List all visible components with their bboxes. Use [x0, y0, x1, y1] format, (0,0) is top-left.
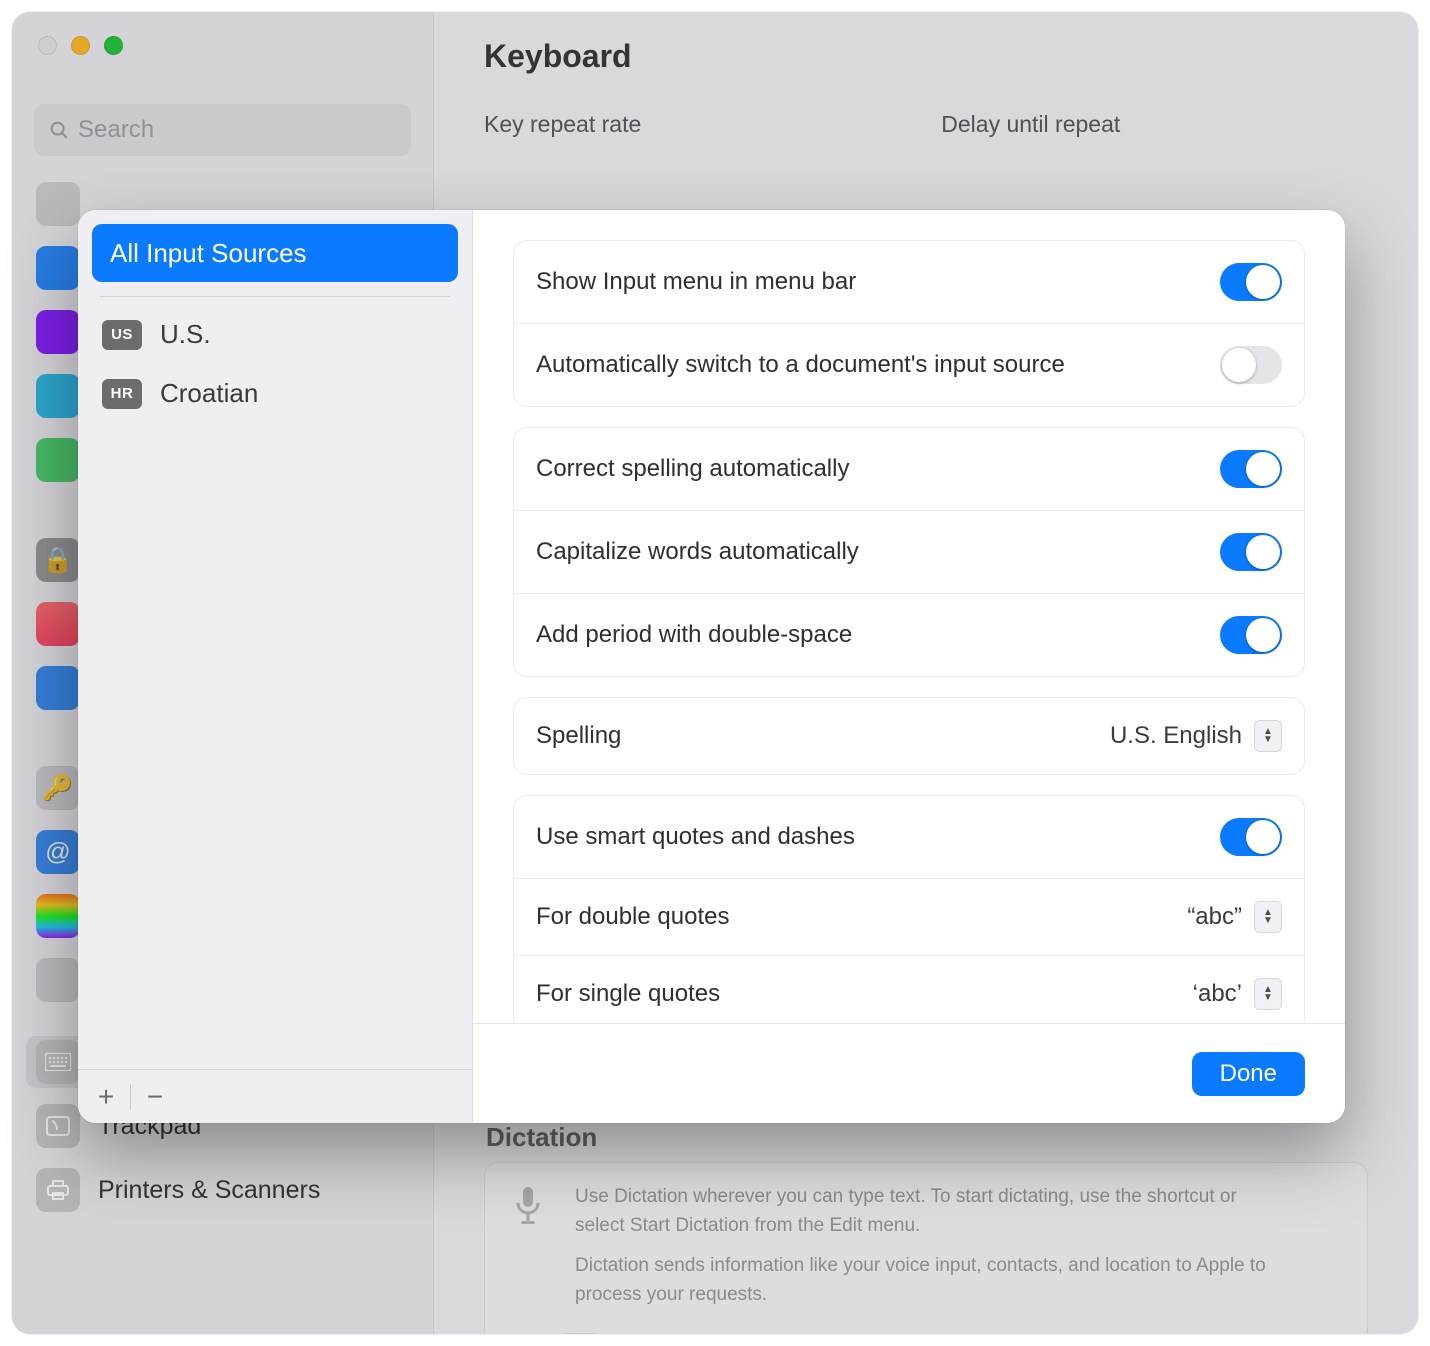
input-source-item[interactable]: HR Croatian	[92, 364, 458, 423]
microphone-icon	[513, 1185, 543, 1235]
settings-row: Spelling U.S. English ▲▼	[514, 698, 1304, 774]
stage: Search 🔒 🔑 @	[0, 0, 1430, 1346]
select-value: “abc”	[1187, 903, 1242, 931]
key-icon: 🔑	[36, 766, 80, 810]
wallet-icon	[36, 958, 80, 1002]
printer-icon	[36, 1168, 80, 1212]
search-placeholder: Search	[78, 116, 154, 144]
toggle[interactable]	[1220, 346, 1282, 384]
options-list: Show Input menu in menu bar Automatically…	[473, 210, 1345, 1023]
search-field[interactable]: Search	[34, 104, 411, 156]
settings-group: Show Input menu in menu bar Automatically…	[513, 240, 1305, 407]
input-sources-sheet: All Input Sources US U.S. HR Croatian + − S…	[78, 210, 1345, 1123]
settings-row: For single quotes ‘abc’ ▲▼	[514, 955, 1304, 1023]
search-icon	[48, 119, 70, 141]
settings-row-label: For double quotes	[536, 903, 729, 931]
lock-icon: 🔒	[36, 538, 80, 582]
dictation-box: Use Dictation wherever you can type text…	[484, 1162, 1368, 1334]
input-source-list: US U.S. HR Croatian	[92, 305, 458, 423]
settings-row-label: For single quotes	[536, 980, 720, 1008]
at-icon: @	[36, 830, 80, 874]
settings-row-label: Automatically switch to a document's inp…	[536, 351, 1065, 379]
dictation-line1: Use Dictation wherever you can type text…	[575, 1183, 1267, 1240]
all-input-sources-header[interactable]: All Input Sources	[92, 224, 458, 282]
settings-group: Spelling U.S. English ▲▼	[513, 697, 1305, 775]
toggle[interactable]	[1220, 263, 1282, 301]
fingerprint-icon	[36, 602, 80, 646]
dictation-line2: Dictation sends information like your vo…	[575, 1252, 1267, 1309]
settings-row: Capitalize words automatically	[514, 510, 1304, 593]
done-button[interactable]: Done	[1192, 1052, 1305, 1096]
sheet-content: Show Input menu in menu bar Automatically…	[473, 210, 1345, 1123]
settings-row-label: Spelling	[536, 722, 621, 750]
toggle[interactable]	[1220, 818, 1282, 856]
sheet-footer: Done	[473, 1023, 1345, 1123]
input-source-badge: US	[102, 320, 142, 350]
sheet-sidebar-footer: + −	[78, 1069, 472, 1123]
delay-until-repeat-label: Delay until repeat	[941, 111, 1120, 138]
settings-row: For double quotes “abc” ▲▼	[514, 878, 1304, 955]
display-icon	[36, 246, 80, 290]
add-source-button[interactable]: +	[86, 1079, 126, 1115]
dictation-title: Dictation	[486, 1122, 597, 1153]
page-title: Keyboard	[484, 38, 1368, 75]
keyboard-icon	[36, 1040, 80, 1084]
select-value: ‘abc’	[1193, 980, 1242, 1008]
toggle[interactable]	[1220, 533, 1282, 571]
sheet-sidebar: All Input Sources US U.S. HR Croatian + −	[78, 210, 473, 1123]
screen-icon	[36, 374, 80, 418]
settings-row: Add period with double-space	[514, 593, 1304, 676]
settings-row-label: Correct spelling automatically	[536, 455, 849, 483]
toggle[interactable]	[1220, 450, 1282, 488]
minimize-window-button[interactable]	[71, 36, 90, 55]
apple-icon	[36, 310, 80, 354]
settings-group: Correct spelling automatically Capitalize…	[513, 427, 1305, 677]
toggle[interactable]	[1220, 616, 1282, 654]
input-source-item[interactable]: US U.S.	[92, 305, 458, 364]
settings-row: Automatically switch to a document's inp…	[514, 323, 1304, 406]
trackpad-icon	[36, 1104, 80, 1148]
gamecenter-icon	[36, 894, 80, 938]
settings-row-label: Capitalize words automatically	[536, 538, 859, 566]
close-window-button[interactable]	[38, 36, 57, 55]
settings-row-label: Show Input menu in menu bar	[536, 268, 856, 296]
subheads: Key repeat rate Delay until repeat	[484, 111, 1368, 138]
done-label: Done	[1220, 1060, 1277, 1087]
settings-row: Correct spelling automatically	[514, 428, 1304, 510]
remove-source-button[interactable]: −	[135, 1079, 175, 1115]
window-controls	[38, 36, 123, 55]
divider	[100, 296, 450, 297]
sidebar-item-label: Printers & Scanners	[98, 1176, 320, 1205]
dictation-toggle[interactable]	[549, 1333, 611, 1334]
select-stepper[interactable]: ▲▼	[1254, 901, 1282, 933]
select-stepper[interactable]: ▲▼	[1254, 978, 1282, 1010]
select-stepper[interactable]: ▲▼	[1254, 720, 1282, 752]
maximize-window-button[interactable]	[104, 36, 123, 55]
users-icon	[36, 666, 80, 710]
input-source-badge: HR	[102, 379, 142, 409]
sidebar-item-printers[interactable]: Printers & Scanners	[26, 1164, 419, 1216]
input-source-label: Croatian	[160, 378, 258, 409]
card-icon	[36, 182, 80, 226]
key-repeat-label: Key repeat rate	[484, 111, 641, 138]
settings-row: Use smart quotes and dashes	[514, 796, 1304, 878]
settings-row-label: Use smart quotes and dashes	[536, 823, 855, 851]
input-source-label: U.S.	[160, 319, 211, 350]
battery-icon	[36, 438, 80, 482]
settings-row-label: Add period with double-space	[536, 621, 852, 649]
select-value: U.S. English	[1110, 722, 1242, 750]
settings-group: Use smart quotes and dashes For double qu…	[513, 795, 1305, 1023]
all-input-sources-label: All Input Sources	[110, 238, 307, 269]
divider	[130, 1084, 131, 1110]
settings-row: Show Input menu in menu bar	[514, 241, 1304, 323]
